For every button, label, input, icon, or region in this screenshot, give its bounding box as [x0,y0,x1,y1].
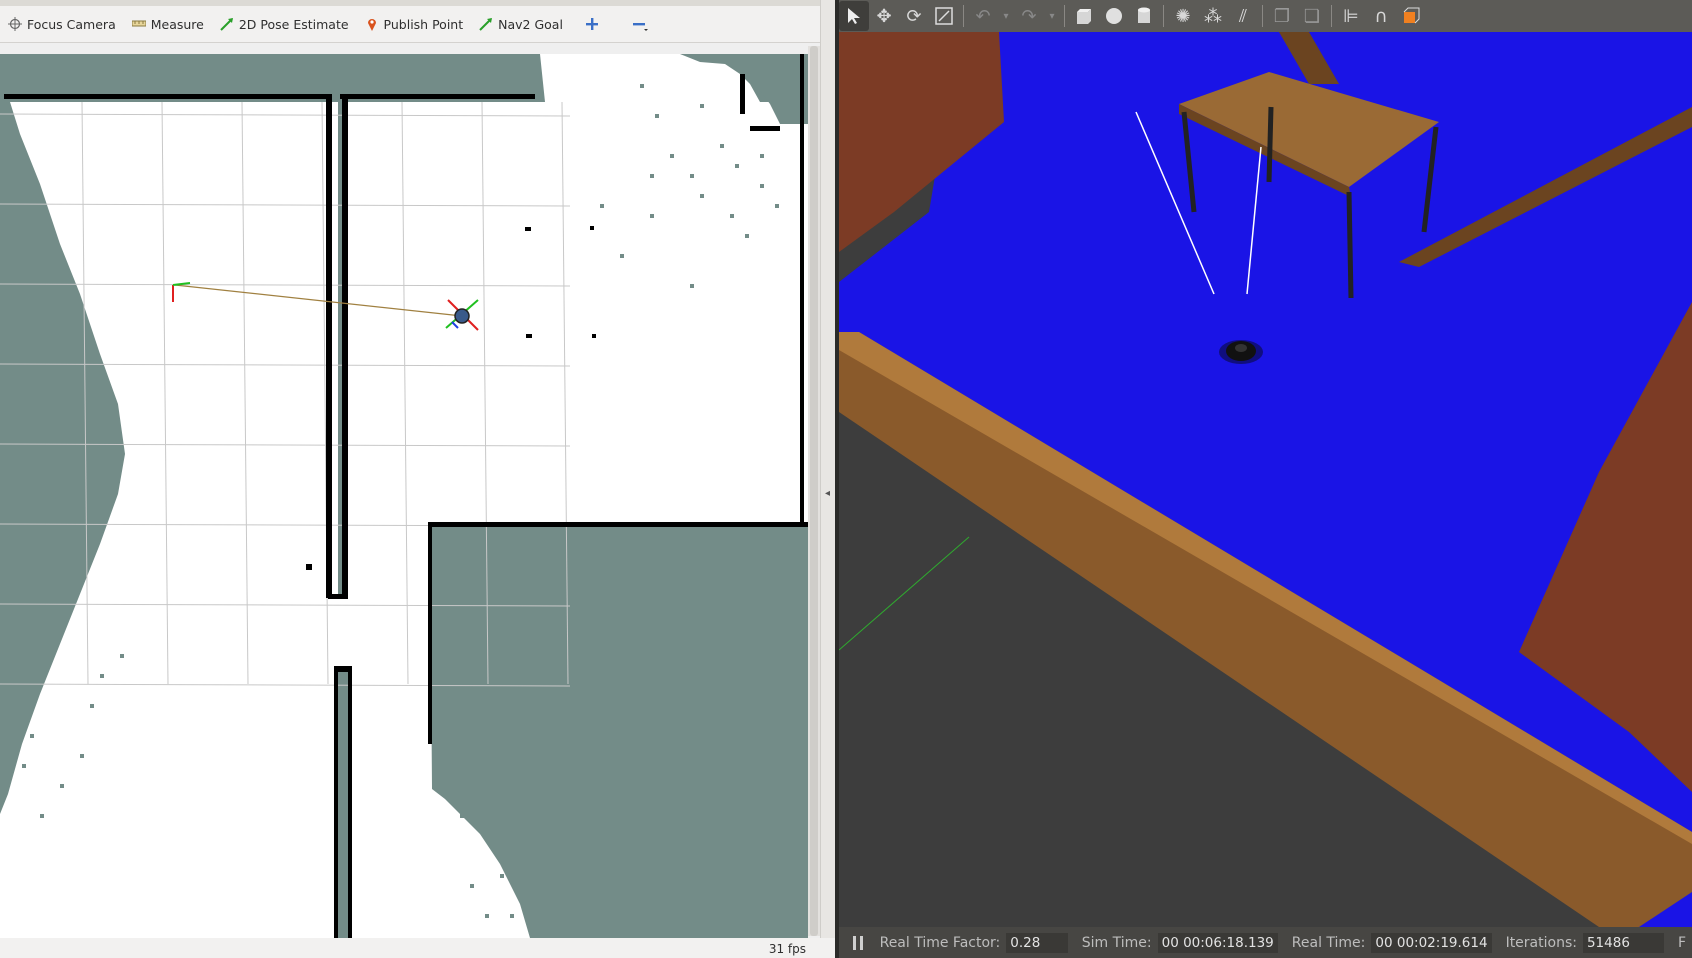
iterations-value: 51486 [1582,932,1664,953]
add-tool-button[interactable] [571,9,618,39]
redo-icon[interactable]: ↷ [1014,1,1044,31]
map-viewport[interactable] [0,54,808,938]
focus-camera-label: Focus Camera [27,16,116,32]
minus-icon [632,17,648,31]
copy-icon[interactable]: ❐ [1267,1,1297,31]
redo-dropdown-icon[interactable]: ▾ [1044,1,1060,31]
toolbar-separator [963,5,964,27]
scrollbar-thumb[interactable] [810,46,818,936]
rotate-icon[interactable]: ⟳ [899,1,929,31]
rtf-value: 0.28 [1006,932,1068,953]
undo-dropdown-icon[interactable]: ▾ [998,1,1014,31]
snap-icon[interactable]: ∩ [1366,1,1396,31]
publish-point-label: Publish Point [383,16,464,32]
panel-splitter[interactable]: ◂ [820,0,836,958]
map-pin-icon [365,17,379,31]
gazebo-3d-scene[interactable] [839,32,1692,927]
measure-tool[interactable]: Measure [124,9,212,39]
global-path [174,284,463,317]
select-arrow-icon[interactable] [839,1,869,31]
toolbar-separator [1163,5,1164,27]
rtf-label: Real Time Factor: [879,934,1001,951]
view-angle-icon[interactable] [1396,1,1426,31]
focus-camera-tool[interactable]: Focus Camera [0,9,124,39]
nav2-goal-tool[interactable]: Nav2 Goal [471,9,571,39]
pose-estimate-tool[interactable]: 2D Pose Estimate [212,9,357,39]
green-arrow-icon [220,17,234,31]
paste-icon[interactable]: ❏ [1297,1,1327,31]
translate-icon[interactable]: ✥ [869,1,899,31]
sim-time-value: 00 00:06:18.139 [1157,932,1278,953]
unknown-regions [0,54,808,938]
remove-tool-button[interactable] [618,9,665,39]
plus-icon [585,17,599,31]
occupancy-map [0,54,808,938]
gz-fps-label: F [1677,934,1686,951]
align-icon[interactable]: ⊫ [1336,1,1366,31]
iterations-label: Iterations: [1505,934,1577,951]
green-arrow-icon [479,17,493,31]
toolbar-separator [1262,5,1263,27]
rviz-fps-label: 31 fps [768,942,806,956]
toolbar-separator [1064,5,1065,27]
real-time-value: 00 00:02:19.614 [1371,932,1492,953]
crosshair-icon [8,17,22,31]
gazebo-window: ✥ ⟳ ↶ ▾ ↷ ▾ ✺ ⁂ ⫽ ❐ ❏ ⊫ ∩ Real Time Fact… [839,0,1692,958]
sphere-icon[interactable] [1099,1,1129,31]
robot-model [1219,340,1263,364]
rviz-window: Focus Camera Measure 2D Pose Estimate Pu… [0,0,836,958]
ruler-icon [131,17,147,31]
sim-time-label: Sim Time: [1081,934,1152,951]
undo-icon[interactable]: ↶ [968,1,998,31]
cylinder-icon[interactable] [1129,1,1159,31]
toolbar-separator [1331,5,1332,27]
rviz-tool-bar: Focus Camera Measure 2D Pose Estimate Pu… [0,6,830,43]
rviz-status-bar: 31 fps [0,938,836,958]
scale-icon[interactable] [929,1,959,31]
nav2-goal-label: Nav2 Goal [498,16,563,32]
spot-light-icon[interactable]: ⁂ [1198,1,1228,31]
box-icon[interactable] [1069,1,1099,31]
pose-estimate-label: 2D Pose Estimate [238,16,349,32]
publish-point-tool[interactable]: Publish Point [357,9,472,39]
pause-button[interactable] [851,934,866,952]
collapse-arrow-icon[interactable]: ◂ [825,488,830,499]
real-time-label: Real Time: [1291,934,1366,951]
gazebo-tool-bar: ✥ ⟳ ↶ ▾ ↷ ▾ ✺ ⁂ ⫽ ❐ ❏ ⊫ ∩ [839,0,1692,32]
gazebo-status-bar: Real Time Factor: 0.28 Sim Time: 00 00:0… [839,927,1692,958]
directional-light-icon[interactable]: ⫽ [1228,1,1258,31]
point-light-icon[interactable]: ✺ [1168,1,1198,31]
rviz-scrollbar[interactable] [808,46,820,936]
measure-label: Measure [150,16,204,32]
